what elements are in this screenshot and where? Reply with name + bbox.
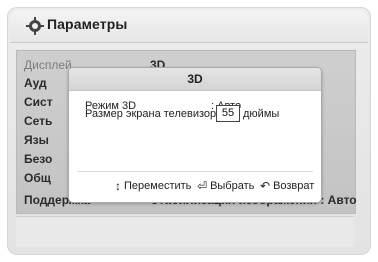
menu-item-audio[interactable]: Ауд	[24, 76, 47, 90]
nav-move: ↕ Переместить	[115, 179, 191, 193]
updown-arrows-icon: ↕	[115, 179, 121, 193]
nav-move-label: Переместить	[124, 180, 192, 192]
nav-back-label: Возврат	[273, 180, 315, 192]
nav-back: ↶ Возврат	[260, 179, 314, 193]
dialog-divider	[77, 171, 313, 172]
nav-select-label: Выбрать	[210, 180, 255, 192]
gear-icon	[26, 17, 44, 35]
bottom-bar	[16, 216, 354, 247]
return-icon: ↶	[260, 179, 271, 193]
page-title: Параметры	[47, 16, 128, 32]
menu-item-system[interactable]: Сист	[24, 95, 53, 109]
menu-item-general[interactable]: Общ	[24, 171, 51, 185]
screen-size-label: Размер экрана телевизора :	[85, 108, 229, 120]
nav-select: ⏎ Выбрать	[197, 179, 254, 193]
menu-item-display[interactable]: Дисплей	[24, 58, 72, 72]
dialog-3d: 3D Режим 3D : Авто Размер экрана телевиз…	[68, 67, 322, 203]
enter-icon: ⏎	[197, 179, 208, 193]
dialog-title: 3D	[69, 68, 321, 91]
menu-item-security[interactable]: Безо	[24, 152, 52, 166]
screen-size-unit: дюймы	[243, 108, 280, 120]
menu-item-network[interactable]: Сеть	[24, 114, 52, 128]
screen-size-input[interactable]: 55	[216, 105, 240, 122]
menu-item-language[interactable]: Язы	[24, 133, 49, 147]
tv-settings-screen: Параметры Дисплей Ауд Сист Сеть Язы Безо…	[0, 0, 378, 262]
